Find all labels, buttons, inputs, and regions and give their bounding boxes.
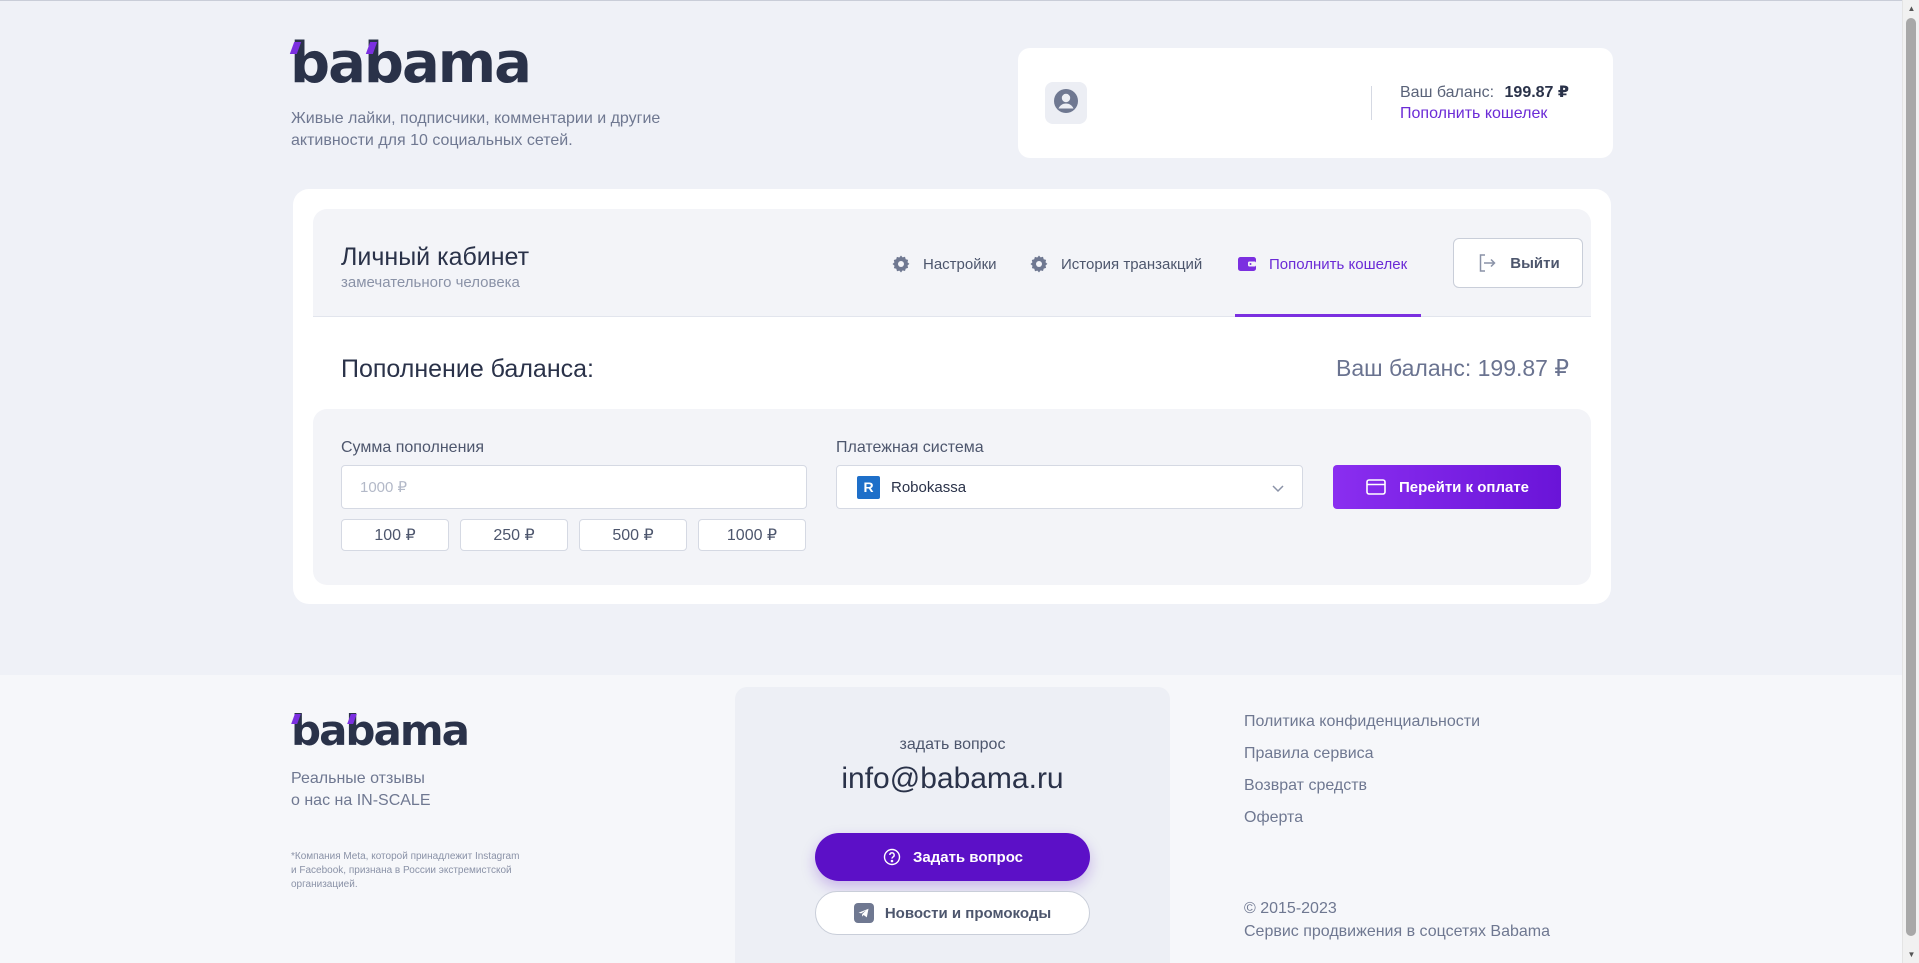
balance-value: 199.87 ₽ [1504, 84, 1570, 101]
topup-balance: Ваш баланс: 199.87 ₽ [1336, 355, 1569, 381]
pay-button-label: Перейти к оплате [1398, 478, 1530, 496]
topup-wallet-link[interactable]: Пополнить кошелек [1400, 105, 1547, 123]
reviews-link[interactable]: Реальные отзывы о нас на IN-SCALE [291, 768, 431, 812]
user-card: Ваш баланс: 199.87 ₽ Пополнить кошелек [1018, 48, 1613, 158]
payment-system-value: Robokassa [891, 478, 967, 496]
user-card-divider [1371, 86, 1372, 120]
amount-input[interactable] [341, 465, 807, 509]
logout-label: Выйти [1510, 254, 1560, 272]
ask-question-button[interactable]: Задать вопрос [815, 833, 1090, 881]
footer-logo[interactable]: babama [291, 710, 470, 752]
user-icon [1053, 88, 1079, 119]
balance-label: Ваш баланс: [1400, 84, 1495, 101]
topup-title: Пополнение баланса: [341, 355, 594, 383]
main-card: Личный кабинет замечательного человека Н… [293, 189, 1611, 604]
cabinet-title: Личный кабинет [341, 243, 530, 271]
pay-button[interactable]: Перейти к оплате [1333, 465, 1561, 509]
quick-amount-button[interactable]: 250 ₽ [460, 519, 568, 551]
copyright: © 2015-2023 Сервис продвижения в соцсетя… [1244, 897, 1550, 943]
quick-amount-button[interactable]: 1000 ₽ [698, 519, 806, 551]
nav-label: Настройки [923, 255, 997, 273]
scroll-down-arrow[interactable]: ▼ [1903, 946, 1919, 963]
nav-settings[interactable]: Настройки [890, 253, 997, 275]
news-button-label: Новости и промокоды [884, 904, 1052, 922]
reviews-line: Реальные отзывы [291, 770, 425, 787]
privacy-policy-link[interactable]: Политика конфиденциальности [1244, 713, 1480, 731]
ask-question-label: задать вопрос [899, 736, 1006, 753]
copyright-text: Сервис продвижения в соцсетях Babama [1244, 923, 1551, 940]
logout-icon [1476, 252, 1498, 274]
amount-label: Сумма пополнения [341, 439, 484, 456]
nav-label: История транзакций [1061, 255, 1203, 273]
nav-label: Пополнить кошелек [1269, 255, 1408, 273]
quick-amount-button[interactable]: 100 ₽ [341, 519, 449, 551]
contact-box: задать вопрос info@babama.ru Задать вопр… [735, 687, 1170, 963]
nav-transaction-history[interactable]: История транзакций [1028, 253, 1202, 275]
credit-card-icon [1365, 476, 1387, 498]
cabinet-header: Личный кабинет замечательного человека Н… [313, 209, 1591, 317]
support-email[interactable]: info@babama.ru [735, 762, 1170, 796]
gear-icon [1028, 253, 1050, 275]
quick-amount-button[interactable]: 500 ₽ [579, 519, 687, 551]
ask-button-label: Задать вопрос [912, 848, 1024, 866]
vertical-scrollbar[interactable]: ▲ ▼ [1902, 0, 1919, 963]
cabinet-subtitle: замечательного человека [341, 274, 520, 291]
nav-topup-wallet[interactable]: Пополнить кошелек [1236, 253, 1407, 275]
topup-form: Сумма пополнения 100 ₽ 250 ₽ 500 ₽ 1000 … [313, 409, 1591, 585]
service-rules-link[interactable]: Правила сервиса [1244, 745, 1374, 763]
wallet-icon [1236, 253, 1258, 275]
active-tab-indicator [1235, 314, 1421, 317]
gear-icon [890, 253, 912, 275]
payment-system-select[interactable]: R Robokassa [836, 465, 1303, 509]
logo-text: babama [291, 706, 470, 755]
offer-link[interactable]: Оферта [1244, 809, 1303, 827]
refund-link[interactable]: Возврат средств [1244, 777, 1367, 795]
scroll-thumb[interactable] [1906, 18, 1916, 936]
page: babama Живые лайки, подписчики, коммента… [0, 0, 1902, 963]
robokassa-logo: R [857, 475, 880, 499]
news-promocodes-button[interactable]: Новости и промокоды [815, 891, 1090, 935]
logout-button[interactable]: Выйти [1453, 238, 1583, 288]
top-border [0, 0, 1902, 1]
telegram-icon [853, 903, 874, 923]
logo-text: babama [290, 31, 532, 96]
avatar[interactable] [1045, 82, 1087, 124]
footer: babama Реальные отзывы о нас на IN-SCALE… [0, 675, 1902, 963]
copyright-years: © 2015-2023 [1244, 900, 1337, 917]
reviews-line: о нас на IN-SCALE [291, 792, 431, 809]
header-tagline: Живые лайки, подписчики, комментарии и д… [291, 110, 661, 149]
question-icon [882, 847, 902, 867]
user-balance: Ваш баланс: 199.87 ₽ [1400, 82, 1569, 102]
payment-system-label: Платежная система [836, 439, 984, 456]
scroll-up-arrow[interactable]: ▲ [1903, 0, 1919, 17]
header-logo[interactable]: babama [289, 36, 532, 92]
meta-disclaimer: *Компания Meta, которой принадлежит Inst… [291, 851, 520, 890]
chevron-down-icon [1270, 480, 1286, 496]
